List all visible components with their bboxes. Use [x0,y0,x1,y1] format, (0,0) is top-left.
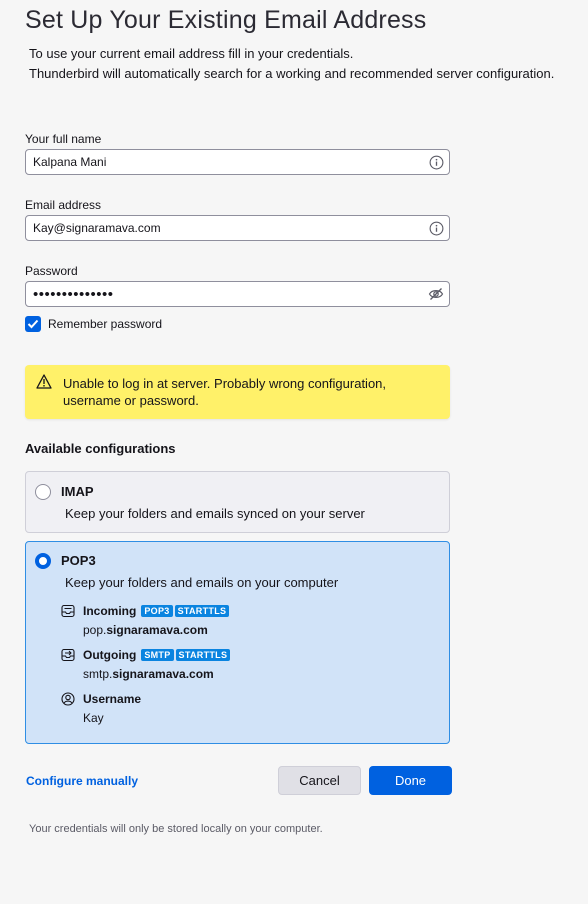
full-name-field[interactable]: Kalpana Mani [25,149,450,175]
configurations-heading: Available configurations [25,441,176,456]
inbox-icon [60,603,76,619]
config-option-imap[interactable]: IMAP Keep your folders and emails synced… [25,471,450,533]
full-name-label: Your full name [25,132,102,146]
email-value[interactable]: Kay@signaramava.com [33,221,423,235]
incoming-host: pop.signaramava.com [83,623,208,637]
user-icon [60,691,76,707]
username-row: Username [60,691,144,707]
outbox-icon [60,647,76,663]
outgoing-protocol-badge: SMTP [141,649,174,661]
incoming-protocol-badge: POP3 [141,605,173,617]
eye-hidden-icon[interactable] [423,282,449,306]
configure-manually-link[interactable]: Configure manually [26,774,138,788]
outgoing-label: Outgoing [83,648,137,662]
remember-password-checkbox[interactable] [25,316,41,332]
outgoing-security-badge: STARTTLS [175,649,231,661]
outgoing-host: smtp.signaramava.com [83,667,214,681]
email-field[interactable]: Kay@signaramava.com [25,215,450,241]
remember-password-label[interactable]: Remember password [48,317,162,331]
page-title: Set Up Your Existing Email Address [25,6,427,34]
pop3-name: POP3 [61,553,96,568]
checkmark-icon [27,319,39,329]
done-button[interactable]: Done [369,766,452,795]
password-label: Password [25,264,78,278]
footer-note: Your credentials will only be stored loc… [29,823,323,835]
username-label: Username [83,692,142,706]
incoming-label: Incoming [83,604,137,618]
config-option-pop3[interactable]: POP3 Keep your folders and emails on you… [25,541,450,744]
warning-text: Unable to log in at server. Probably wro… [63,376,387,408]
imap-name: IMAP [61,484,94,499]
full-name-value[interactable]: Kalpana Mani [33,155,423,169]
cancel-button[interactable]: Cancel [278,766,361,795]
warning-icon [25,374,63,389]
incoming-host-prefix: pop. [83,623,107,637]
email-label: Email address [25,198,102,212]
incoming-host-domain: signaramava.com [106,623,208,637]
incoming-server-row: Incoming POP3 STARTTLS [60,603,230,619]
imap-description: Keep your folders and emails synced on y… [65,506,365,521]
incoming-security-badge: STARTTLS [174,605,230,617]
warning-banner: Unable to log in at server. Probably wro… [25,365,450,419]
outgoing-host-domain: signaramava.com [112,667,214,681]
outgoing-server-row: Outgoing SMTP STARTTLS [60,647,231,663]
imap-radio[interactable] [35,484,51,500]
password-value[interactable]: •••••••••••••• [33,287,423,302]
info-icon[interactable] [423,216,449,240]
pop3-description: Keep your folders and emails on your com… [65,575,339,590]
info-icon[interactable] [423,150,449,174]
subtitle-line-2: Thunderbird will automatically search fo… [29,66,555,81]
username-value: Kay [83,711,104,725]
password-field[interactable]: •••••••••••••• [25,281,450,307]
subtitle-line-1: To use your current email address fill i… [29,46,354,61]
outgoing-host-prefix: smtp. [83,667,113,681]
pop3-radio[interactable] [35,553,51,569]
remember-password-row[interactable]: Remember password [25,316,162,332]
